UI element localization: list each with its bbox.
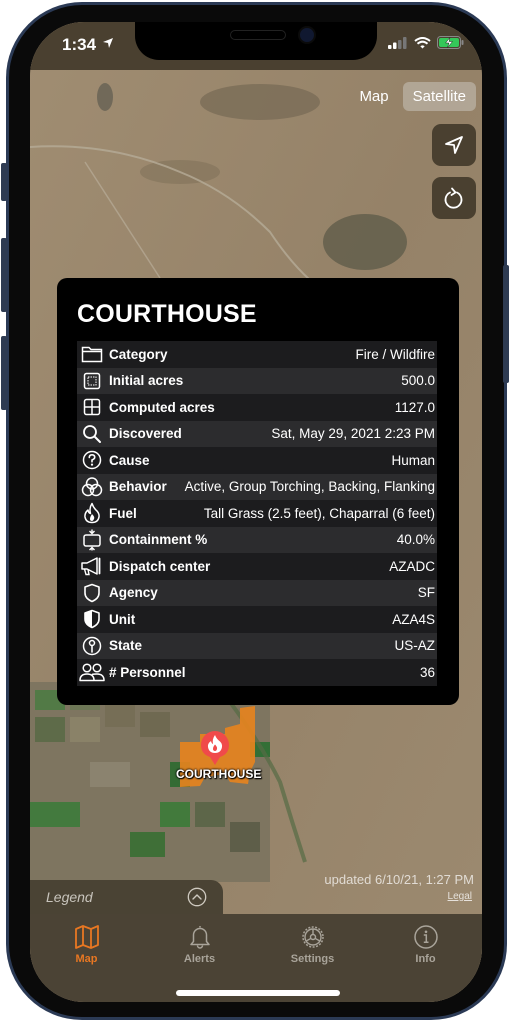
- detail-row-unit: Unit AZA4S: [77, 606, 437, 633]
- last-updated-text: updated 6/10/21, 1:27 PM: [324, 872, 474, 887]
- people-icon: [79, 663, 105, 682]
- home-indicator[interactable]: [176, 990, 340, 996]
- cellular-signal-icon: [388, 36, 407, 49]
- gear-icon: [301, 926, 324, 948]
- detail-row-behavior: Behavior Active, Group Torching, Backing…: [77, 473, 437, 500]
- shield-icon: [84, 583, 100, 603]
- chevron-up-circle-icon[interactable]: [187, 887, 207, 907]
- tab-map[interactable]: Map: [30, 914, 143, 1002]
- search-icon: [83, 424, 101, 443]
- tab-bar: Map Alerts Settings Info: [30, 914, 482, 1002]
- power-button: [503, 265, 509, 383]
- volume-down-button: [1, 336, 7, 410]
- megaphone-icon: [81, 557, 101, 576]
- battery-charging-icon: [437, 36, 464, 49]
- detail-row-personnel: # Personnel 36: [77, 659, 437, 686]
- behavior-circles-icon: [81, 477, 103, 496]
- legend-panel[interactable]: Legend: [30, 880, 223, 914]
- detail-row-initial-acres: Initial acres 500.0: [77, 367, 437, 394]
- initial-acres-icon: [83, 372, 101, 389]
- folder-icon: [81, 347, 103, 363]
- map-type-map-button[interactable]: Map: [349, 82, 398, 111]
- incident-info-card: COURTHOUSE Category Fire / Wildfire Init…: [57, 278, 459, 705]
- incident-details-table: Category Fire / Wildfire Initial acres 5…: [77, 341, 437, 686]
- legal-link[interactable]: Legal: [448, 891, 472, 902]
- locate-me-button[interactable]: [432, 124, 476, 166]
- detail-row-state: State US-AZ: [77, 632, 437, 659]
- bell-icon: [189, 926, 210, 949]
- volume-up-button: [1, 238, 7, 312]
- detail-row-cause: Cause Human: [77, 447, 437, 474]
- grid-icon: [83, 399, 101, 416]
- map-type-satellite-button[interactable]: Satellite: [402, 82, 476, 111]
- tab-alerts[interactable]: Alerts: [143, 914, 256, 1002]
- notch: [135, 22, 377, 60]
- refresh-icon: [444, 187, 463, 209]
- question-icon: [82, 451, 102, 470]
- legend-label: Legend: [46, 889, 93, 905]
- screen: 1:34 Map Satellite COURTHOUSE Category F…: [30, 22, 482, 1002]
- incident-title: COURTHOUSE: [77, 300, 257, 328]
- half-shield-icon: [84, 609, 100, 629]
- info-icon: [413, 925, 438, 949]
- detail-row-computed-acres: Computed acres 1127.0: [77, 394, 437, 421]
- pin-icon: [82, 636, 102, 655]
- status-time: 1:34: [62, 35, 97, 54]
- tab-settings[interactable]: Settings: [256, 914, 369, 1002]
- containment-icon: [83, 529, 101, 551]
- fire-marker-icon[interactable]: [200, 730, 230, 766]
- detail-row-dispatch-center: Dispatch center AZADC: [77, 553, 437, 580]
- detail-row-fuel: Fuel Tall Grass (2.5 feet), Chaparral (6…: [77, 500, 437, 527]
- detail-row-containment: Containment % 40.0%: [77, 526, 437, 553]
- location-arrow-icon: [445, 136, 463, 154]
- wifi-icon: [414, 36, 431, 48]
- detail-row-discovered: Discovered Sat, May 29, 2021 2:23 PM: [77, 420, 437, 447]
- flame-icon: [84, 503, 100, 524]
- detail-row-agency: Agency SF: [77, 579, 437, 606]
- mute-switch: [1, 163, 7, 201]
- map-type-toggle: Map Satellite: [349, 82, 476, 111]
- detail-row-category: Category Fire / Wildfire: [77, 341, 437, 368]
- fire-marker-label[interactable]: COURTHOUSE: [176, 767, 261, 781]
- refresh-button[interactable]: [432, 177, 476, 219]
- tab-info[interactable]: Info: [369, 914, 482, 1002]
- map-icon: [74, 925, 99, 949]
- location-services-icon: [103, 38, 113, 48]
